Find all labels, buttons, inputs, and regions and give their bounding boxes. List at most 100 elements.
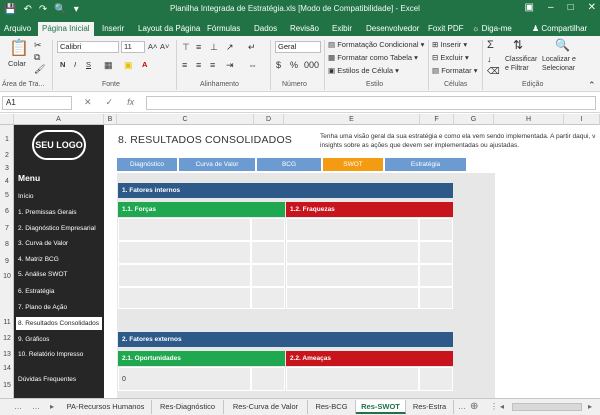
sheet-tab-res-diagnostico[interactable]: Res-Diagnóstico: [152, 400, 224, 414]
align-middle-icon[interactable]: ≡: [196, 42, 201, 52]
fill-color-icon[interactable]: ▣: [124, 60, 133, 70]
shrink-font-icon[interactable]: A˅: [160, 42, 169, 51]
tab-revisao[interactable]: Revisão: [290, 22, 319, 36]
paste-icon[interactable]: 📋: [9, 40, 29, 58]
format-as-table-button[interactable]: ▦ Formatar como Tabela ▾: [328, 53, 418, 62]
column-header[interactable]: B: [104, 114, 117, 125]
collapse-ribbon-icon[interactable]: ⌃: [588, 80, 596, 90]
column-header[interactable]: F: [420, 114, 454, 125]
menu-item-estrategia[interactable]: 6. Estratégia: [16, 285, 102, 298]
format-cells-button[interactable]: ▤ Formatar ▾: [432, 66, 477, 75]
row-header[interactable]: 15: [0, 382, 14, 389]
tab-inserir[interactable]: Inserir: [102, 22, 124, 36]
scroll-left-icon[interactable]: ◂: [500, 400, 504, 414]
sheet-options-icon[interactable]: ⋮: [490, 400, 498, 414]
menu-item-resultados[interactable]: 8. Resultados Consolidados: [16, 317, 102, 330]
weakness-score-cell[interactable]: [419, 218, 453, 241]
menu-item-curva-valor[interactable]: 3. Curva de Valor: [16, 237, 102, 250]
sheet-tab-pa-rh[interactable]: PA-Recursos Humanos: [60, 400, 152, 414]
customize-qat-icon[interactable]: ▾: [74, 3, 79, 17]
row-header[interactable]: 12: [0, 335, 14, 342]
row-header[interactable]: 11: [0, 319, 14, 326]
merge-center-icon[interactable]: ⇔: [248, 60, 257, 70]
close-icon[interactable]: ✕: [588, 2, 596, 13]
sheet-tab-res-estra[interactable]: Res-Estra: [406, 400, 454, 414]
weakness-cell[interactable]: [286, 287, 419, 309]
row-header[interactable]: 7: [0, 225, 14, 232]
cut-icon[interactable]: ✂: [34, 40, 42, 50]
nav-tab-curva-valor[interactable]: Curva de Valor: [179, 158, 255, 171]
tab-foxit[interactable]: Foxit PDF: [428, 22, 464, 36]
italic-button[interactable]: I: [74, 60, 76, 69]
undo-icon[interactable]: ↶: [23, 3, 31, 17]
row-header[interactable]: 9: [0, 258, 14, 265]
find-select-label-1[interactable]: Localizar e: [542, 56, 576, 63]
weakness-cell[interactable]: [286, 218, 419, 241]
menu-item-matriz-bcg[interactable]: 4. Matriz BCG: [16, 253, 102, 266]
align-center-icon[interactable]: ≡: [196, 60, 201, 70]
cancel-icon[interactable]: ✕: [84, 97, 92, 108]
insert-function-icon[interactable]: fx: [127, 97, 134, 108]
strength-score-cell[interactable]: [251, 241, 285, 264]
column-header[interactable]: I: [564, 114, 600, 125]
minimize-icon[interactable]: –: [548, 2, 554, 13]
fill-icon[interactable]: ↓: [487, 54, 492, 64]
tab-pagina-inicial[interactable]: Página Inicial: [38, 22, 94, 36]
find-select-icon[interactable]: 🔍: [555, 39, 570, 51]
font-name-combo[interactable]: Calibri: [57, 41, 119, 53]
nav-tab-swot[interactable]: SWOT: [323, 158, 383, 171]
copy-icon[interactable]: ⧉: [34, 52, 40, 62]
menu-item-duvidas[interactable]: Dúvidas Frequentes: [16, 373, 102, 386]
row-header[interactable]: 13: [0, 351, 14, 358]
row-header[interactable]: 1: [0, 136, 14, 143]
tab-dados[interactable]: Dados: [254, 22, 277, 36]
share-button[interactable]: ♟ Compartilhar: [532, 22, 587, 36]
column-header[interactable]: G: [454, 114, 494, 125]
clear-icon[interactable]: ⌫: [487, 66, 500, 76]
scroll-first-sheet-icon[interactable]: …: [14, 400, 22, 414]
align-right-icon[interactable]: ≡: [210, 60, 215, 70]
strength-cell[interactable]: [118, 287, 251, 309]
percent-icon[interactable]: %: [290, 60, 298, 70]
scroll-right-icon[interactable]: ▸: [588, 400, 592, 414]
font-size-combo[interactable]: 11: [121, 41, 145, 53]
font-color-icon[interactable]: A: [142, 60, 147, 69]
opportunity-cell[interactable]: [118, 367, 251, 391]
currency-icon[interactable]: $: [276, 60, 281, 70]
scroll-next-sheet-icon[interactable]: ▸: [50, 400, 54, 414]
menu-item-graficos[interactable]: 9. Gráficos: [16, 333, 102, 346]
menu-item-plano-acao[interactable]: 7. Plano de Ação: [16, 301, 102, 314]
grow-font-icon[interactable]: A˄: [148, 42, 157, 51]
tab-formulas[interactable]: Fórmulas: [207, 22, 240, 36]
number-format-combo[interactable]: Geral: [275, 41, 321, 53]
nav-tab-estrategia[interactable]: Estratégia: [385, 158, 466, 171]
orientation-icon[interactable]: ↗: [226, 42, 234, 52]
row-header[interactable]: 4: [0, 178, 14, 185]
strength-score-cell[interactable]: [251, 218, 285, 241]
paste-label[interactable]: Colar: [8, 59, 26, 68]
preview-icon[interactable]: 🔍: [54, 3, 66, 17]
redo-icon[interactable]: ↷: [39, 3, 47, 17]
conditional-formatting-button[interactable]: ▤ Formatação Condicional ▾: [328, 40, 424, 49]
tell-me-search[interactable]: ☼ Diga-me: [472, 22, 512, 36]
sheet-tab-res-curva[interactable]: Res-Curva de Valor: [224, 400, 308, 414]
maximize-icon[interactable]: □: [568, 2, 574, 13]
format-painter-icon[interactable]: 🖌: [34, 64, 45, 74]
tab-exibir[interactable]: Exibir: [332, 22, 352, 36]
ribbon-display-icon[interactable]: ▣: [525, 2, 534, 13]
borders-icon[interactable]: ▦: [104, 60, 113, 70]
find-select-label-2[interactable]: Selecionar: [542, 65, 575, 72]
horizontal-scrollbar[interactable]: [512, 403, 582, 411]
align-left-icon[interactable]: ≡: [182, 60, 187, 70]
indent-icon[interactable]: ⇥: [226, 60, 234, 70]
strength-score-cell[interactable]: [251, 287, 285, 309]
strength-cell[interactable]: [118, 264, 251, 287]
weakness-cell[interactable]: [286, 264, 419, 287]
strength-score-cell[interactable]: [251, 264, 285, 287]
sheet-tab-res-swot[interactable]: Res-SWOT: [356, 400, 406, 414]
row-header[interactable]: 6: [0, 208, 14, 215]
row-header[interactable]: 2: [0, 152, 14, 159]
column-header[interactable]: E: [284, 114, 420, 125]
autosum-icon[interactable]: Σ: [487, 40, 494, 51]
row-header[interactable]: 5: [0, 192, 14, 199]
